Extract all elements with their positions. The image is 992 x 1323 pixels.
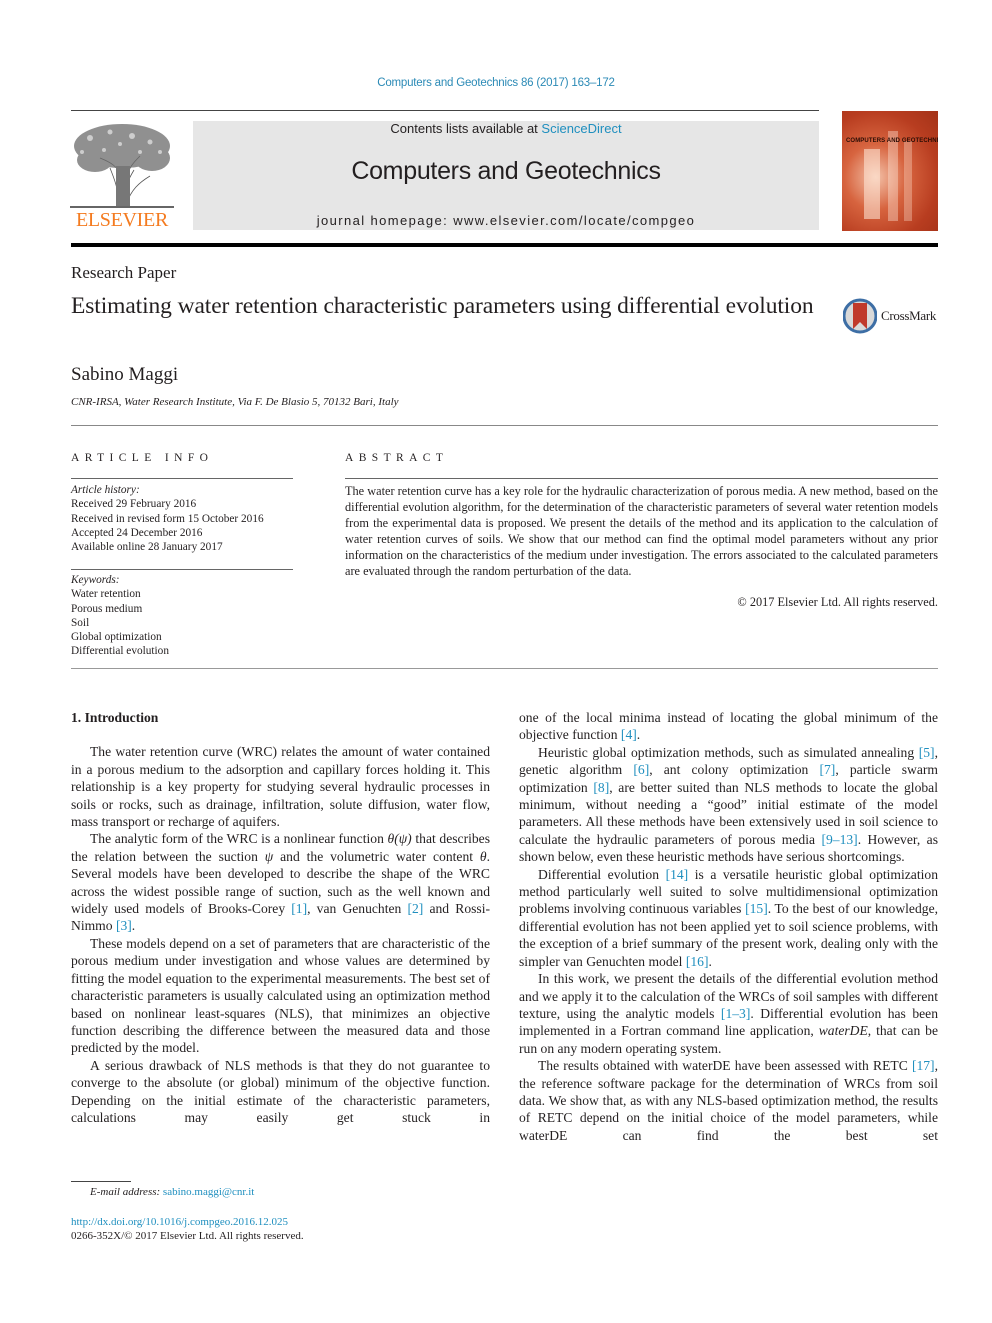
journal-masthead: Contents lists available at ScienceDirec… (193, 121, 819, 230)
divider (71, 478, 293, 479)
history-item: Available online 28 January 2017 (71, 541, 223, 554)
issn-copyright: 0266-352X/© 2017 Elsevier Ltd. All right… (71, 1230, 304, 1242)
abstract-heading: ABSTRACT (345, 452, 449, 464)
author-affiliation: CNR-IRSA, Water Research Institute, Via … (71, 396, 399, 408)
article-title: Estimating water retention characteristi… (71, 293, 814, 319)
keyword-item: Soil (71, 616, 90, 629)
paragraph: The analytic form of the WRC is a nonlin… (71, 830, 490, 934)
math-theta: θ (479, 848, 487, 864)
citation-link[interactable]: [7] (819, 762, 835, 777)
section-heading: 1. Introduction (71, 710, 159, 725)
keywords-label: Keywords: (71, 574, 120, 586)
history-label: Article history: (71, 484, 140, 496)
citation-link[interactable]: [14] (666, 867, 689, 882)
keyword-item: Water retention (71, 588, 141, 601)
text-run: . (708, 953, 712, 969)
crossmark-button[interactable]: CrossMark (842, 297, 943, 335)
journal-citation-link[interactable]: Computers and Geotechnics 86 (2017) 163–… (0, 77, 992, 89)
citation-link[interactable]: [5] (919, 745, 935, 760)
text-run: , ant colony optimization (649, 762, 820, 778)
paragraph: Heuristic global optimization methods, s… (519, 744, 938, 866)
keywords: Keywords: Water retention Porous medium … (71, 573, 301, 659)
citation-link[interactable]: [2] (407, 901, 423, 916)
text-run: and the volumetric water content (273, 848, 480, 864)
elsevier-tree-icon (70, 124, 174, 208)
paragraph: Differential evolution [14] is a versati… (519, 866, 938, 970)
divider (71, 668, 938, 669)
math-psi: ψ (264, 848, 274, 864)
cover-decoration (888, 131, 898, 221)
history-item: Received 29 February 2016 (71, 498, 197, 511)
abstract-text: The water retention curve has a key role… (345, 484, 938, 578)
header-rule (71, 110, 819, 111)
cover-decoration (904, 141, 912, 221)
paragraph: These models depend on a set of paramete… (71, 935, 490, 1056)
article-info-heading: ARTICLE INFO (71, 452, 214, 464)
contents-line: Contents lists available at ScienceDirec… (193, 121, 819, 136)
citation-link[interactable]: [4] (621, 727, 637, 742)
math-theta-psi: θ(ψ) (387, 831, 412, 847)
homepage-link[interactable]: www.elsevier.com/locate/compgeo (453, 213, 695, 228)
text-run: The analytic form of the WRC is a nonlin… (90, 831, 388, 847)
history-item: Received in revised form 15 October 2016 (71, 512, 264, 525)
citation-link[interactable]: [17] (912, 1058, 935, 1073)
body-column-right: one of the local minima instead of locat… (519, 709, 938, 1144)
citation-link[interactable]: [15] (745, 901, 768, 916)
email-footnote: E-mail address: sabino.maggi@cnr.it (90, 1186, 254, 1198)
citation-link[interactable]: [16] (686, 954, 709, 969)
text-run: , van Genuchten (307, 901, 408, 917)
citation-link[interactable]: [3] (116, 918, 132, 933)
citation-link[interactable]: [1–3] (721, 1006, 750, 1021)
article-history: Article history: Received 29 February 20… (71, 483, 301, 554)
sciencedirect-link[interactable]: ScienceDirect (541, 121, 621, 136)
journal-cover-image[interactable]: COMPUTERS AND GEOTECHNICS (842, 111, 938, 231)
divider (345, 478, 938, 479)
history-item: Accepted 24 December 2016 (71, 526, 203, 539)
keyword-item: Porous medium (71, 602, 143, 615)
email-label: E-mail address: (90, 1186, 163, 1198)
crossmark-icon (842, 298, 878, 334)
homepage-prefix: journal homepage: (316, 213, 454, 228)
divider (71, 425, 938, 426)
software-name: waterDE (818, 1023, 868, 1039)
journal-title: Computers and Geotechnics (351, 157, 661, 185)
header-thick-rule (71, 243, 938, 247)
paragraph: The water retention curve (WRC) relates … (71, 744, 490, 830)
crossmark-label: CrossMark (881, 308, 937, 323)
body-column-left: 1. Introduction The water retention curv… (71, 709, 490, 1126)
citation-link[interactable]: [1] (291, 901, 307, 916)
cover-decoration (864, 149, 880, 219)
text-run: . (131, 918, 136, 934)
citation-link[interactable]: [9–13] (821, 832, 857, 847)
article-type: Research Paper (71, 263, 177, 282)
email-link[interactable]: sabino.maggi@cnr.it (163, 1186, 254, 1198)
paragraph: one of the local minima instead of locat… (519, 709, 938, 744)
abstract-copyright: © 2017 Elsevier Ltd. All rights reserved… (737, 595, 938, 609)
elsevier-logo[interactable]: ELSEVIER (70, 118, 174, 232)
author-name[interactable]: Sabino Maggi (71, 364, 178, 386)
contents-prefix: Contents lists available at (390, 121, 542, 136)
paragraph: In this work, we present the details of … (519, 970, 938, 1057)
divider (71, 569, 293, 570)
text-run: Heuristic global optimization methods, s… (538, 744, 919, 760)
citation-link[interactable]: [6] (633, 762, 649, 777)
cover-title: COMPUTERS AND GEOTECHNICS (846, 138, 938, 144)
keyword-item: Differential evolution (71, 645, 169, 658)
doi-link[interactable]: http://dx.doi.org/10.1016/j.compgeo.2016… (71, 1216, 288, 1228)
journal-homepage: journal homepage: www.elsevier.com/locat… (193, 213, 819, 228)
paragraph: A serious drawback of NLS methods is tha… (71, 1057, 490, 1125)
paragraph: The results obtained with waterDE have b… (519, 1057, 938, 1144)
text-run: The results obtained with waterDE have b… (538, 1058, 912, 1074)
citation-link[interactable]: [8] (593, 780, 609, 795)
elsevier-wordmark: ELSEVIER (75, 209, 169, 231)
text-run: . (636, 727, 641, 743)
text-run: Differential evolution (538, 866, 666, 882)
text-run: one of the local minima instead of locat… (519, 710, 938, 743)
footnote-rule (71, 1181, 131, 1182)
keyword-item: Global optimization (71, 631, 162, 644)
